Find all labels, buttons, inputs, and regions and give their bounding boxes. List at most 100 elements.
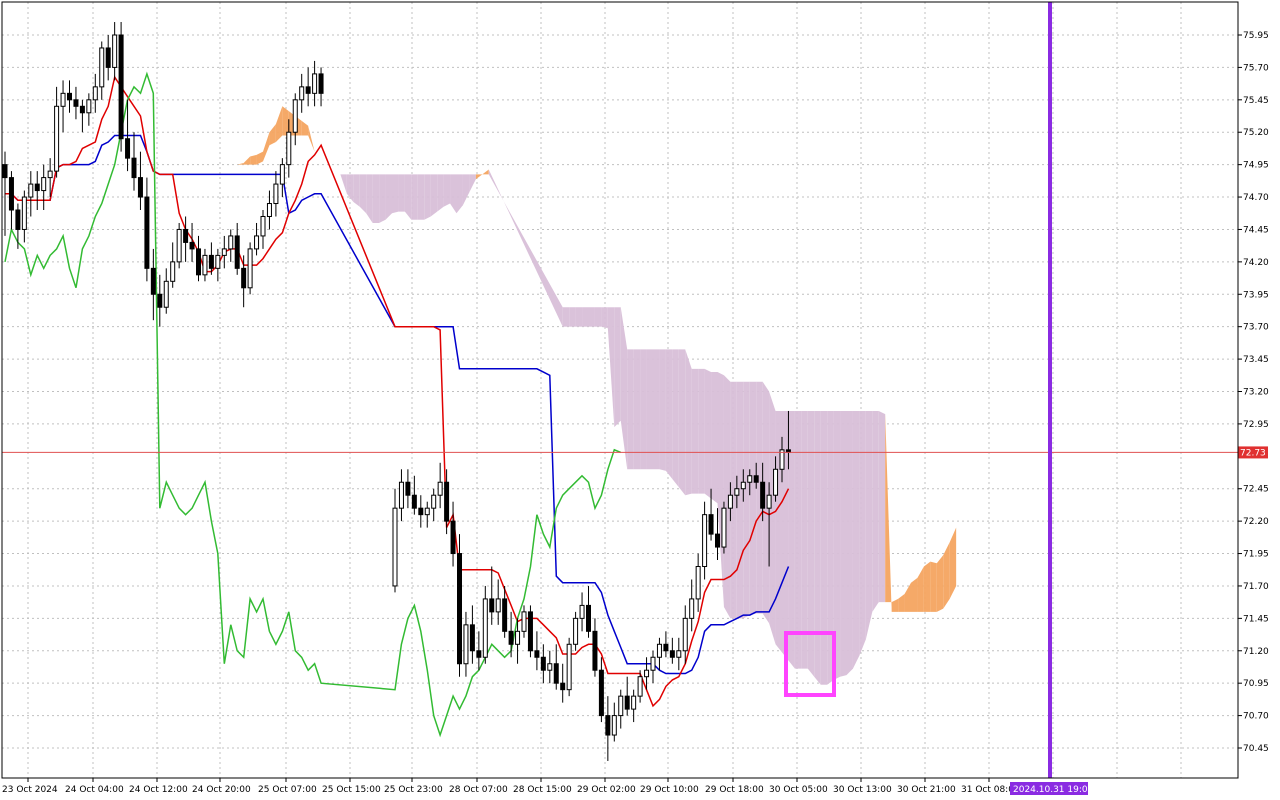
cloud-segment-bear <box>594 307 602 327</box>
time-tick-label: 28 Oct 15:00 <box>513 785 572 795</box>
bull-candle <box>611 715 617 736</box>
bull-candle <box>521 611 527 632</box>
bull-candle <box>676 650 682 658</box>
bull-candle <box>495 598 501 613</box>
bull-candle <box>41 177 47 192</box>
cloud-segment-bear <box>353 174 360 207</box>
time-tick-label: 24 Oct 04:00 <box>65 785 124 795</box>
bull-candle <box>54 105 60 172</box>
bear-candle <box>457 553 462 665</box>
cloud-segment-bear <box>704 368 712 499</box>
bear-candle <box>598 669 604 717</box>
bull-candle <box>170 261 176 282</box>
price-tick-label: 74.95 <box>1243 161 1269 171</box>
bear-candle <box>669 650 675 658</box>
bull-candle <box>292 99 298 133</box>
bear-candle <box>605 715 611 736</box>
cloud-segment-bear <box>698 368 705 494</box>
bull-candle <box>60 92 66 107</box>
bear-candle <box>592 630 598 671</box>
bear-candle <box>560 682 566 691</box>
cloud-segment-bear <box>743 381 750 619</box>
bear-candle <box>624 695 630 710</box>
cloud-segment-bear <box>691 368 699 494</box>
bear-candle <box>489 598 495 613</box>
bull-candle <box>463 624 469 665</box>
cloud-segment-bear <box>794 410 802 669</box>
time-tick-label: 24 Oct 12:00 <box>129 785 188 795</box>
bull-candle <box>99 47 105 88</box>
bear-candle <box>318 73 324 94</box>
bear-candle <box>189 241 195 250</box>
bear-candle <box>476 650 482 658</box>
cloud-segment-bear <box>685 349 692 496</box>
bear-candle <box>73 99 79 107</box>
time-tick-label: 25 Oct 07:00 <box>258 785 317 795</box>
time-tick-label: 29 Oct 10:00 <box>640 785 699 795</box>
cloud-segment-bear <box>653 349 660 470</box>
bear-candle <box>150 267 156 295</box>
bull-candle <box>266 203 272 217</box>
bear-candle <box>157 293 163 308</box>
bull-candle <box>299 86 305 101</box>
bull-candle <box>650 656 656 671</box>
cloud-segment-bear <box>417 174 425 220</box>
price-tick-label: 72.45 <box>1243 485 1269 495</box>
cloud-segment-bear <box>443 174 451 207</box>
cloud-segment-bear <box>646 349 653 470</box>
price-tick-label: 73.70 <box>1243 323 1269 333</box>
price-tick-label: 75.20 <box>1243 128 1269 138</box>
cloud-segment-bear <box>872 410 879 612</box>
bull-candle <box>721 507 727 548</box>
bear-candle <box>760 481 766 509</box>
bear-candle <box>15 209 21 230</box>
cloud-segment-bear <box>372 174 380 223</box>
bull-candle <box>727 494 733 509</box>
bear-candle <box>125 138 131 159</box>
bear-candle <box>715 533 720 548</box>
cloud-segment-bear <box>588 307 595 327</box>
cloud-segment-bear <box>398 174 405 212</box>
cloud-segment-bear <box>672 349 679 488</box>
price-tick-label: 72.20 <box>1243 517 1269 527</box>
bull-candle <box>215 254 221 269</box>
cloud-segment-bear <box>878 410 886 603</box>
cloud-segment-bear <box>569 307 576 327</box>
cloud-segment-bear <box>385 174 392 220</box>
cloud-segment-bear <box>865 410 873 640</box>
bear-candle <box>708 514 714 535</box>
bull-candle <box>176 228 182 263</box>
cloud-segment-bear <box>359 174 367 214</box>
cloud-segment-bear <box>749 381 757 616</box>
bear-candle <box>118 34 124 140</box>
bull-candle <box>279 164 285 185</box>
bull-candle <box>247 248 253 289</box>
bull-candle <box>682 617 688 652</box>
bull-candle <box>312 73 318 94</box>
bear-candle <box>469 624 475 652</box>
cloud-segment-bear <box>801 410 808 669</box>
bear-candle <box>34 183 40 192</box>
time-tick-label: 25 Oct 15:00 <box>322 785 381 795</box>
bear-candle <box>137 177 143 198</box>
cloud-segment-bear <box>859 410 866 656</box>
cloud-segment-bear <box>379 174 386 223</box>
bear-candle <box>131 157 137 179</box>
cloud-segment-bear <box>711 372 718 504</box>
bull-candle <box>431 494 437 509</box>
bull-candle <box>86 99 92 114</box>
bull-candle <box>286 131 292 166</box>
bull-candle <box>618 695 624 717</box>
time-tick-label: 24 Oct 20:00 <box>192 785 251 795</box>
bull-candle <box>515 630 521 645</box>
price-tick-label: 71.20 <box>1243 647 1269 657</box>
bear-candle <box>183 228 189 243</box>
price-tick-label: 73.95 <box>1243 290 1269 300</box>
bear-candle <box>663 643 669 652</box>
bear-candle <box>586 604 591 632</box>
bear-candle <box>553 663 559 684</box>
bear-candle <box>450 520 456 555</box>
bear-candle <box>411 494 417 509</box>
bull-candle <box>766 494 772 509</box>
bull-candle <box>637 676 643 697</box>
